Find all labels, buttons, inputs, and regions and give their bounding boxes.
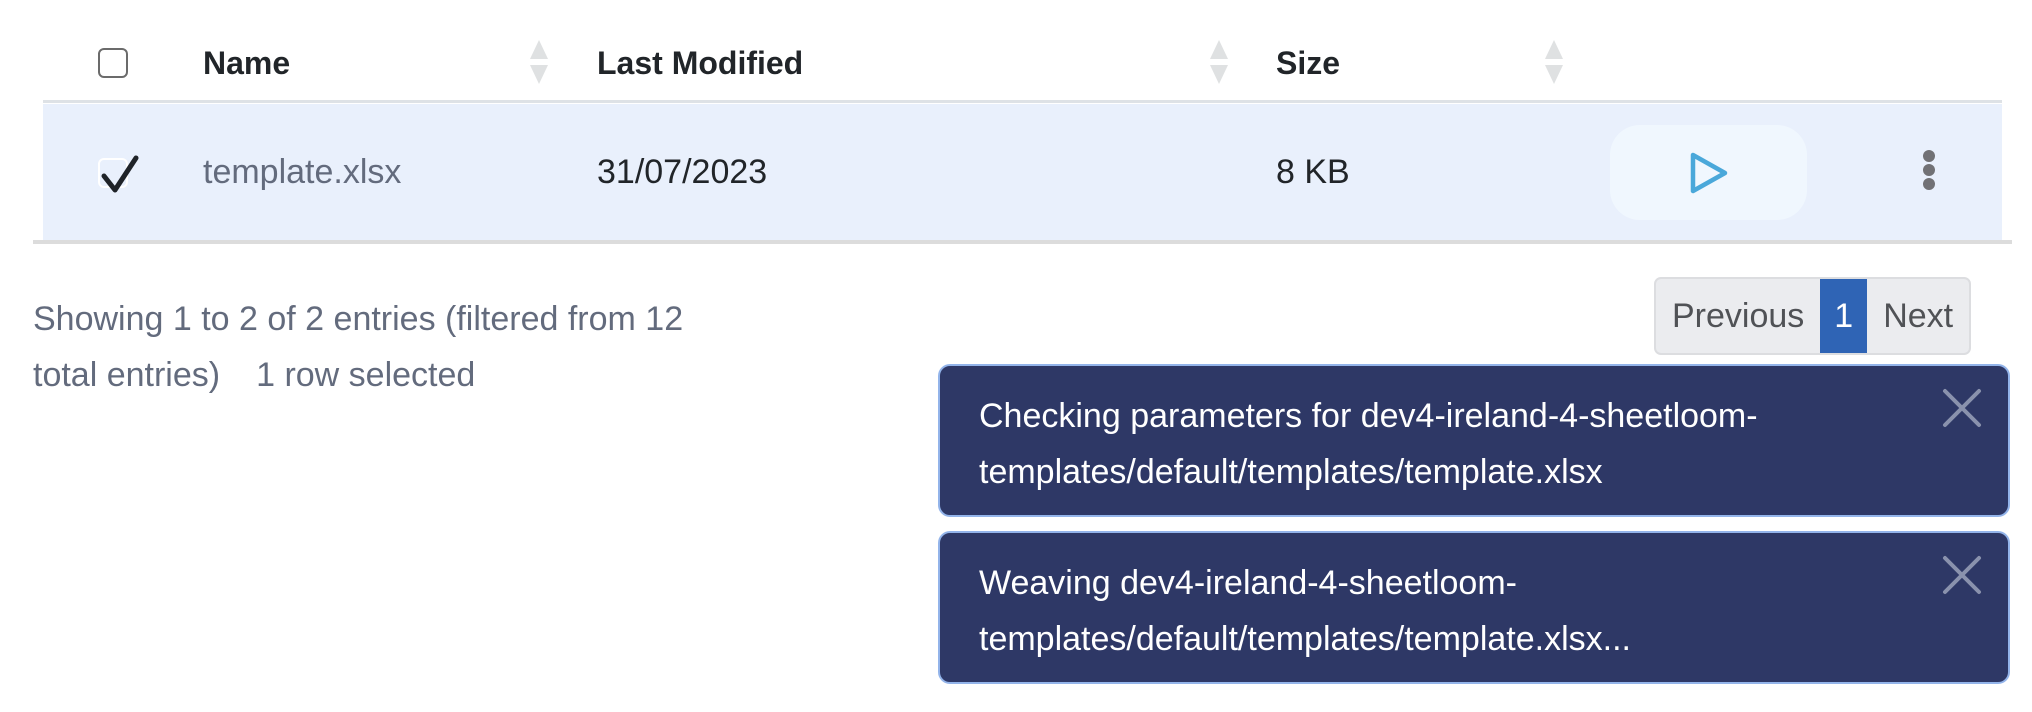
- file-name[interactable]: template.xlsx: [203, 150, 401, 194]
- column-header-name[interactable]: Name: [203, 42, 290, 84]
- row-menu-button[interactable]: [1920, 150, 1938, 192]
- kebab-menu-icon: [1923, 178, 1935, 190]
- toast-notification: Checking parameters for dev4-ireland-4-s…: [938, 364, 2010, 517]
- kebab-menu-icon: [1923, 150, 1935, 162]
- last-modified: 31/07/2023: [597, 153, 768, 191]
- toast-message: Weaving dev4-ireland-4-sheetloom- templa…: [979, 555, 1879, 667]
- column-header-last-modified[interactable]: Last Modified: [597, 42, 803, 84]
- file-size: 8 KB: [1276, 153, 1350, 191]
- close-icon[interactable]: [1942, 388, 1982, 428]
- table-info-line: total entries) 1 row selected: [33, 347, 833, 403]
- toast-message-line: templates/default/templates/template.xls…: [979, 453, 1603, 491]
- pagination: Previous 1 Next: [1654, 277, 1972, 355]
- table-info: Showing 1 to 2 of 2 entries (filtered fr…: [33, 291, 833, 403]
- select-all-checkbox[interactable]: [98, 48, 128, 78]
- row-divider: [33, 240, 2012, 244]
- previous-button[interactable]: Previous: [1656, 279, 1820, 353]
- sort-icon[interactable]: [530, 40, 548, 84]
- toast-message-line: templates/default/templates/template.xls…: [979, 620, 1631, 658]
- checkmark-icon[interactable]: [100, 152, 140, 196]
- sort-icon[interactable]: [1210, 40, 1228, 84]
- play-icon: [1690, 152, 1727, 193]
- kebab-menu-icon: [1923, 164, 1935, 176]
- table-info-line: Showing 1 to 2 of 2 entries (filtered fr…: [33, 300, 684, 338]
- toast-notification: Weaving dev4-ireland-4-sheetloom- templa…: [938, 531, 2010, 684]
- selection-count: 1 row selected: [256, 356, 476, 394]
- toast-message-line: Checking parameters for dev4-ireland-4-s…: [979, 397, 1758, 435]
- sort-icon[interactable]: [1545, 40, 1563, 84]
- table-header: [43, 0, 2002, 103]
- table-info-line-end: total entries): [33, 356, 221, 394]
- next-button[interactable]: Next: [1867, 279, 1969, 353]
- toast-message-line: Weaving dev4-ireland-4-sheetloom-: [979, 564, 1517, 602]
- run-button[interactable]: [1610, 125, 1807, 220]
- page-1-button[interactable]: 1: [1820, 279, 1868, 353]
- column-header-size[interactable]: Size: [1276, 42, 1340, 84]
- close-icon[interactable]: [1942, 555, 1982, 595]
- toast-message: Checking parameters for dev4-ireland-4-s…: [979, 388, 1879, 500]
